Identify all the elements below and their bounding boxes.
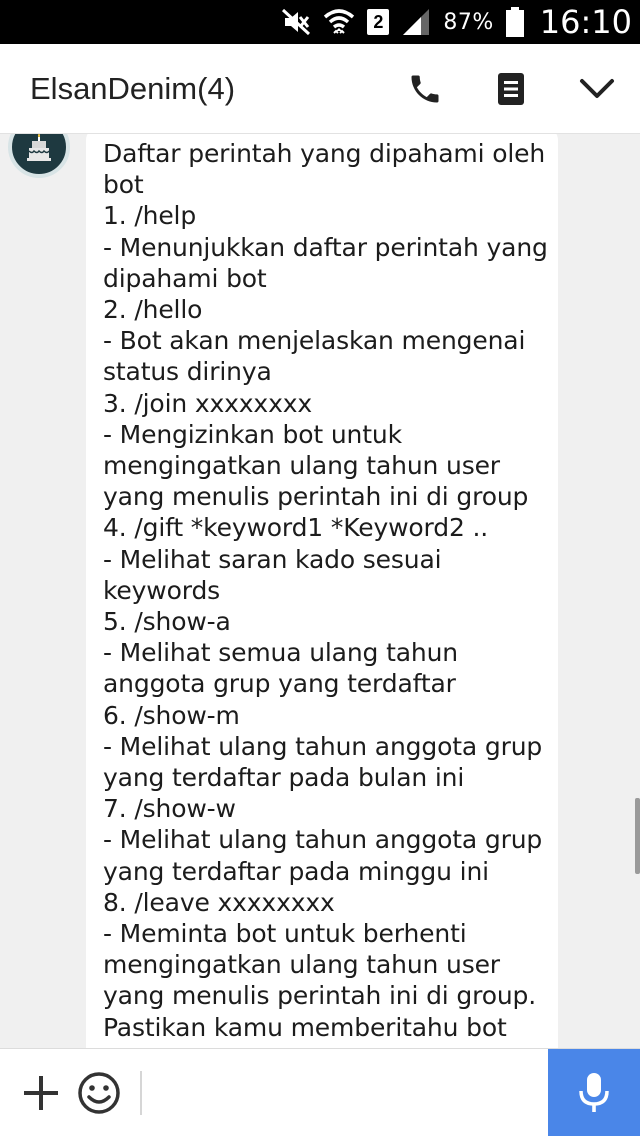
phone-icon: [411, 75, 439, 102]
microphone-icon: [579, 1072, 609, 1112]
message-line: Pastikan kamu memberitahu bot: [103, 1012, 507, 1042]
chat-area[interactable]: Daftar perintah yang dipahami oleh bot 1. …: [0, 134, 640, 1048]
message-line: mengingatkan ulang tahun user: [103, 950, 500, 980]
message-line: yang menulis perintah ini di group: [103, 482, 529, 512]
chat-header: ElsanDenim(4): [0, 44, 640, 134]
message-line: 2. /hello: [103, 295, 203, 325]
battery-icon: [505, 7, 524, 37]
message-line: - Melihat ulang tahun anggota grup: [103, 825, 543, 855]
add-attachment-button[interactable]: [12, 1049, 70, 1136]
message-line: - Meminta bot untuk berhenti: [103, 919, 467, 949]
emoji-icon: [78, 1071, 120, 1114]
mute-icon: [281, 8, 311, 36]
status-bar: 2 87% 16:10: [0, 0, 640, 44]
clock: 16:10: [539, 3, 632, 41]
call-button[interactable]: [382, 44, 468, 134]
message-line: mengingatkan ulang tahun user: [103, 451, 500, 481]
message-bubble[interactable]: Daftar perintah yang dipahami oleh bot 1. …: [86, 134, 558, 1048]
message-line: yang terdaftar pada bulan ini: [103, 763, 465, 793]
chevron-down-icon: [580, 78, 614, 98]
scrollbar[interactable]: [635, 798, 640, 874]
message-line: 7. /show-w: [103, 794, 236, 824]
message-line: keywords: [103, 575, 221, 605]
message-line: - Melihat ulang tahun anggota grup: [103, 731, 543, 761]
voice-button[interactable]: [548, 1048, 640, 1136]
input-bar: [0, 1048, 640, 1136]
message-line: 5. /show-a: [103, 607, 231, 637]
message-line: 3. /join xxxxxxxx: [103, 388, 313, 418]
message-line: - Melihat semua ulang tahun: [103, 638, 458, 668]
plus-icon: [24, 1075, 58, 1110]
message-line: - Mengizinkan bot untuk: [103, 419, 402, 449]
avatar[interactable]: [8, 134, 70, 178]
message-line: - Bot akan menjelaskan mengenai: [103, 326, 526, 356]
message-line: dipahami bot: [103, 263, 267, 293]
message-line: - Menunjukkan daftar perintah yang: [103, 232, 548, 262]
message-line: anggota grup yang terdaftar: [103, 669, 456, 699]
message-line: 1. /help: [103, 201, 197, 231]
signal-icon: [401, 8, 431, 36]
message-line: - Melihat saran kado sesuai: [103, 544, 442, 574]
message-line: Daftar perintah yang dipahami oleh: [103, 139, 546, 168]
message-line: 8. /leave xxxxxxxx: [103, 887, 335, 917]
message-line: status dirinya: [103, 357, 272, 387]
emoji-button[interactable]: [70, 1049, 128, 1136]
menu-icon: [498, 72, 524, 105]
menu-button[interactable]: [468, 44, 554, 134]
message-line: bot: [103, 170, 144, 200]
message-text: Daftar perintah yang dipahami oleh bot 1. …: [103, 138, 548, 1043]
message-input[interactable]: [142, 1048, 548, 1136]
message-line: 4. /gift *keyword1 *Keyword2 ..: [103, 513, 489, 543]
message-line: yang menulis perintah ini di group.: [103, 981, 537, 1011]
message-line: 6. /show-m: [103, 700, 240, 730]
chat-title[interactable]: ElsanDenim(4): [30, 71, 382, 107]
battery-percent: 87%: [443, 9, 494, 35]
sim-icon: 2: [367, 9, 390, 35]
expand-button[interactable]: [554, 44, 640, 134]
bot-avatar-icon: [27, 134, 51, 161]
message-line: yang terdaftar pada minggu ini: [103, 856, 489, 886]
wifi-icon: [323, 7, 355, 37]
